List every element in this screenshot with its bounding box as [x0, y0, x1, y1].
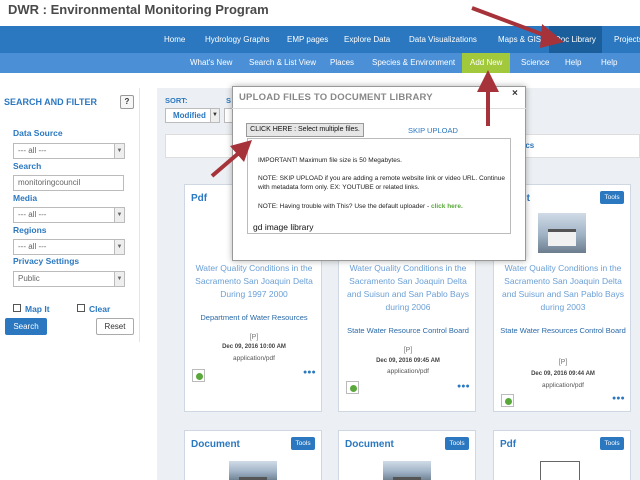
- tools-button[interactable]: Tools: [291, 437, 315, 450]
- card-p: [P]: [249, 334, 259, 341]
- map-it-label: Map It: [25, 304, 50, 314]
- card-type: Document: [345, 439, 394, 450]
- nav-data-visualizations[interactable]: Data Visualizations: [409, 26, 477, 53]
- nav-projects[interactable]: Projects: [614, 26, 640, 53]
- subnav-places[interactable]: Places: [330, 53, 354, 73]
- doc-card[interactable]: Document Tools: [184, 430, 322, 480]
- note-skip-upload: NOTE: SKIP UPLOAD if you are adding a re…: [258, 175, 505, 191]
- download-icon[interactable]: [192, 369, 205, 382]
- search-button[interactable]: Search: [5, 318, 47, 335]
- nav-home[interactable]: Home: [164, 26, 185, 53]
- card-date: Dec 09, 2016 09:44 AM: [531, 371, 595, 377]
- card-mime: application/pdf: [387, 368, 429, 375]
- regions-label: Regions: [13, 225, 47, 235]
- card-p: [P]: [403, 347, 413, 354]
- gd-image-library-label: gd image library: [253, 222, 314, 232]
- sort-select[interactable]: Modified ▼: [165, 108, 220, 123]
- download-icon[interactable]: [501, 394, 514, 407]
- media-select[interactable]: --- all --- ▼: [13, 207, 125, 223]
- map-it-checkbox[interactable]: [13, 304, 21, 312]
- sub-nav: What's New Search & List View Places Spe…: [0, 53, 640, 73]
- filter-title: SEARCH AND FILTER: [4, 97, 97, 107]
- privacy-select[interactable]: Public ▼: [13, 271, 125, 287]
- card-mime: application/pdf: [233, 355, 275, 362]
- regions-value: --- all ---: [18, 242, 47, 251]
- main-nav: Home Hydrology Graphs EMP pages Explore …: [0, 26, 640, 53]
- document-thumbnail: [229, 461, 277, 480]
- document-thumbnail: [383, 461, 431, 480]
- chevron-down-icon: ▼: [114, 208, 124, 222]
- card-mime: application/pdf: [542, 382, 584, 389]
- document-thumbnail: [538, 213, 586, 253]
- sort-label: SORT:: [165, 96, 188, 105]
- chevron-down-icon: ▼: [210, 109, 219, 122]
- card-date: Dec 09, 2016 10:00 AM: [222, 344, 286, 350]
- pdf-thumbnail: [540, 461, 580, 480]
- default-uploader-link[interactable]: click here.: [431, 203, 463, 210]
- data-source-label: Data Source: [13, 128, 63, 138]
- regions-select[interactable]: --- all --- ▼: [13, 239, 125, 255]
- download-icon[interactable]: [346, 381, 359, 394]
- tools-button[interactable]: Tools: [600, 437, 624, 450]
- note-trouble: NOTE: Having trouble with This? Use the …: [258, 202, 506, 211]
- card-type: Pdf: [191, 193, 208, 204]
- search-label: Search: [13, 161, 42, 171]
- sort-value: Modified: [173, 111, 206, 120]
- card-title[interactable]: Water Quality Conditions in the Sacramen…: [189, 262, 319, 301]
- subnav-whats-new[interactable]: What's New: [190, 53, 232, 73]
- card-title[interactable]: Water Quality Conditions in the Sacramen…: [343, 262, 473, 314]
- card-type: Pdf: [500, 439, 517, 450]
- people-icon: ●●●: [303, 369, 316, 376]
- card-title[interactable]: Water Quality Conditions in the Sacramen…: [498, 262, 628, 314]
- data-source-select[interactable]: --- all --- ▼: [13, 143, 125, 159]
- nav-maps-gis[interactable]: Maps & GIS: [498, 26, 541, 53]
- subnav-add-new[interactable]: Add New: [462, 53, 511, 73]
- clear-checkbox[interactable]: [77, 304, 85, 312]
- privacy-value: Public: [18, 274, 40, 283]
- subnav-help-2[interactable]: Help: [601, 53, 617, 73]
- subnav-help[interactable]: Help: [565, 53, 581, 73]
- card-org: Department of Water Resources: [200, 313, 308, 322]
- people-icon: ●●●: [457, 383, 470, 390]
- sort-second-label: S: [226, 96, 232, 105]
- select-files-button[interactable]: CLICK HERE : Select multiple files.: [246, 123, 364, 137]
- reset-button[interactable]: Reset: [96, 318, 134, 335]
- media-label: Media: [13, 193, 38, 203]
- card-org: State Water Resource Control Board: [347, 326, 469, 335]
- nav-doc-library[interactable]: Doc Library: [549, 26, 602, 53]
- note-max-size: IMPORTANT! Maximum file size is 50 Megab…: [258, 157, 402, 164]
- tools-button[interactable]: Tools: [445, 437, 469, 450]
- note-trouble-text: NOTE: Having trouble with This? Use the …: [258, 203, 431, 210]
- doc-card[interactable]: Document Tools: [338, 430, 476, 480]
- data-source-value: --- all ---: [18, 146, 47, 155]
- nav-emp-pages[interactable]: EMP pages: [287, 26, 328, 53]
- card-org: State Water Resources Control Board: [500, 326, 626, 335]
- card-p: [P]: [558, 359, 568, 366]
- close-icon[interactable]: ×: [512, 88, 518, 99]
- privacy-settings-label: Privacy Settings: [13, 256, 80, 266]
- nav-hydrology-graphs[interactable]: Hydrology Graphs: [205, 26, 269, 53]
- subnav-science[interactable]: Science: [521, 53, 549, 73]
- modal-divider: [232, 108, 526, 109]
- media-value: --- all ---: [18, 210, 47, 219]
- clear-label: Clear: [89, 304, 111, 314]
- subnav-species-environment[interactable]: Species & Environment: [372, 53, 455, 73]
- chevron-down-icon: ▼: [114, 240, 124, 254]
- chevron-down-icon: ▼: [114, 272, 124, 286]
- card-date: Dec 09, 2016 09:45 AM: [376, 358, 440, 364]
- doc-card[interactable]: Pdf Tools: [493, 430, 631, 480]
- modal-title: UPLOAD FILES TO DOCUMENT LIBRARY: [239, 92, 433, 103]
- chevron-down-icon: ▼: [114, 144, 124, 158]
- skip-upload-link[interactable]: SKIP UPLOAD: [408, 126, 458, 135]
- subnav-search-list-view[interactable]: Search & List View: [249, 53, 316, 73]
- search-input[interactable]: monitoringcouncil: [13, 175, 124, 191]
- card-type: Document: [191, 439, 240, 450]
- filter-help-button[interactable]: ?: [120, 95, 134, 109]
- people-icon: ●●●: [612, 395, 625, 402]
- nav-explore-data[interactable]: Explore Data: [344, 26, 390, 53]
- site-title: DWR : Environmental Monitoring Program: [8, 2, 269, 17]
- tools-button[interactable]: Tools: [600, 191, 624, 204]
